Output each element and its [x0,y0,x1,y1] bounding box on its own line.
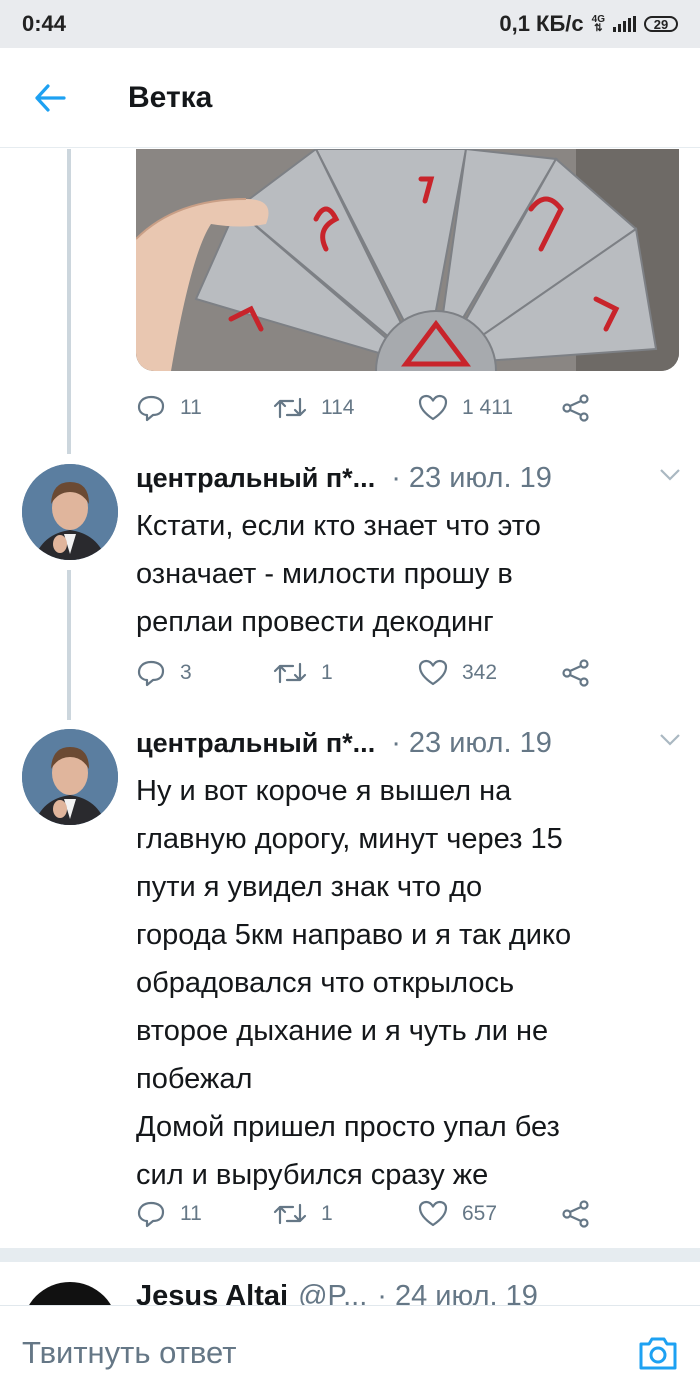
reply-button[interactable]: 3 [136,659,273,687]
retweet-icon [273,397,307,419]
heart-icon [418,394,448,421]
reply-input[interactable]: Твитнуть ответ [22,1335,236,1371]
share-icon [562,394,589,422]
share-button[interactable] [561,659,591,687]
battery-icon: 29 [644,16,678,32]
top-app-bar: Ветка [0,48,700,148]
share-button[interactable] [561,1200,591,1228]
avatar[interactable] [22,729,118,825]
retweet-icon [273,1203,307,1225]
like-count: 657 [462,1202,498,1225]
arrow-left-icon [35,83,66,112]
heart-icon [418,1200,448,1227]
share-button[interactable] [561,394,591,422]
like-button[interactable]: 657 [418,1200,561,1228]
tweet-image[interactable] [136,149,679,371]
tweet-text: Кстати, если кто знает что это означает … [136,510,541,638]
section-divider [0,1248,700,1262]
retweet-button[interactable]: 114 [273,395,418,421]
thread-line [67,149,71,454]
reply-bar[interactable]: Твитнуть ответ [0,1305,700,1400]
retweet-button[interactable]: 1 [273,660,418,686]
tweet-header: центральный п*... · 23 июл. 19 [136,727,681,760]
like-count: 342 [462,661,498,684]
tweet-actions: 3 1 342 [136,653,591,693]
tweet-actions: 11 114 1 411 [136,388,591,428]
share-icon [562,659,589,687]
tweet-date: · 23 июл. 19 [391,462,552,494]
like-button[interactable]: 342 [418,659,561,687]
reply-button[interactable]: 11 [136,1200,273,1228]
heart-icon [418,659,448,686]
status-speed: 0,1 КБ/с [499,11,584,36]
retweet-count: 1 [321,1202,333,1225]
reply-count: 3 [180,661,192,684]
tweet-actions: 11 1 657 [136,1194,591,1234]
retweet-icon [273,662,307,684]
reply-icon [137,1201,165,1228]
status-time: 0:44 [22,11,67,36]
chevron-down-icon[interactable] [659,468,681,482]
status-bar: 0:44 0,1 КБ/с 4G ⇅ 29 [0,0,700,48]
camera-icon[interactable] [638,1335,678,1371]
chevron-down-icon[interactable] [659,733,681,747]
retweet-count: 114 [321,396,355,419]
like-count: 1 411 [462,396,513,419]
signal-icon [613,16,636,32]
reply-count: 11 [180,396,202,419]
back-button[interactable] [0,48,100,148]
avatar[interactable] [22,464,118,560]
reply-count: 11 [180,1202,202,1225]
reply-icon [137,660,165,687]
tweet-header: центральный п*... · 23 июл. 19 [136,462,681,495]
reply-icon [137,395,165,422]
tweet-date: · 23 июл. 19 [391,727,552,759]
network-icon: 4G ⇅ [591,14,605,34]
author-name[interactable]: центральный п*... [136,463,375,494]
share-icon [562,1200,589,1228]
like-button[interactable]: 1 411 [418,394,561,422]
thread-line [67,570,71,720]
page-title: Ветка [128,80,213,114]
retweet-button[interactable]: 1 [273,1201,418,1227]
reply-button[interactable]: 11 [136,394,273,422]
tweet-text: Ну и вот короче я вышел на главную дорог… [136,775,572,1191]
retweet-count: 1 [321,661,333,684]
author-name[interactable]: центральный п*... [136,728,375,759]
